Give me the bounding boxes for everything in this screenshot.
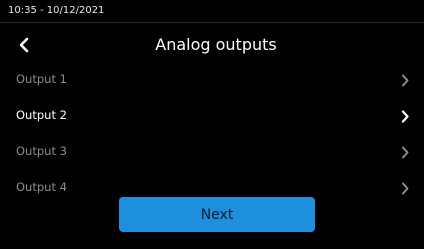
output-label: Output 1	[16, 72, 67, 86]
output-list: Output 1 Output 2 Output 3 Output 4	[0, 62, 424, 206]
page-title: Analog outputs	[155, 35, 277, 54]
list-item-output-2[interactable]: Output 2	[0, 98, 424, 134]
output-label: Output 2	[16, 108, 67, 122]
chevron-right-icon	[398, 180, 412, 196]
next-button[interactable]: Next	[119, 197, 315, 232]
chevron-right-icon	[398, 144, 412, 160]
chevron-right-icon	[398, 108, 412, 124]
list-item-output-1[interactable]: Output 1	[0, 62, 424, 98]
title-bar: Analog outputs	[0, 23, 424, 67]
chevron-right-icon	[398, 72, 412, 88]
output-label: Output 3	[16, 144, 67, 158]
chevron-left-icon	[19, 37, 29, 53]
back-button[interactable]	[10, 31, 38, 59]
status-datetime: 10:35 - 10/12/2021	[8, 5, 105, 16]
list-item-output-3[interactable]: Output 3	[0, 134, 424, 170]
output-label: Output 4	[16, 180, 67, 194]
status-bar: 10:35 - 10/12/2021	[0, 0, 424, 23]
